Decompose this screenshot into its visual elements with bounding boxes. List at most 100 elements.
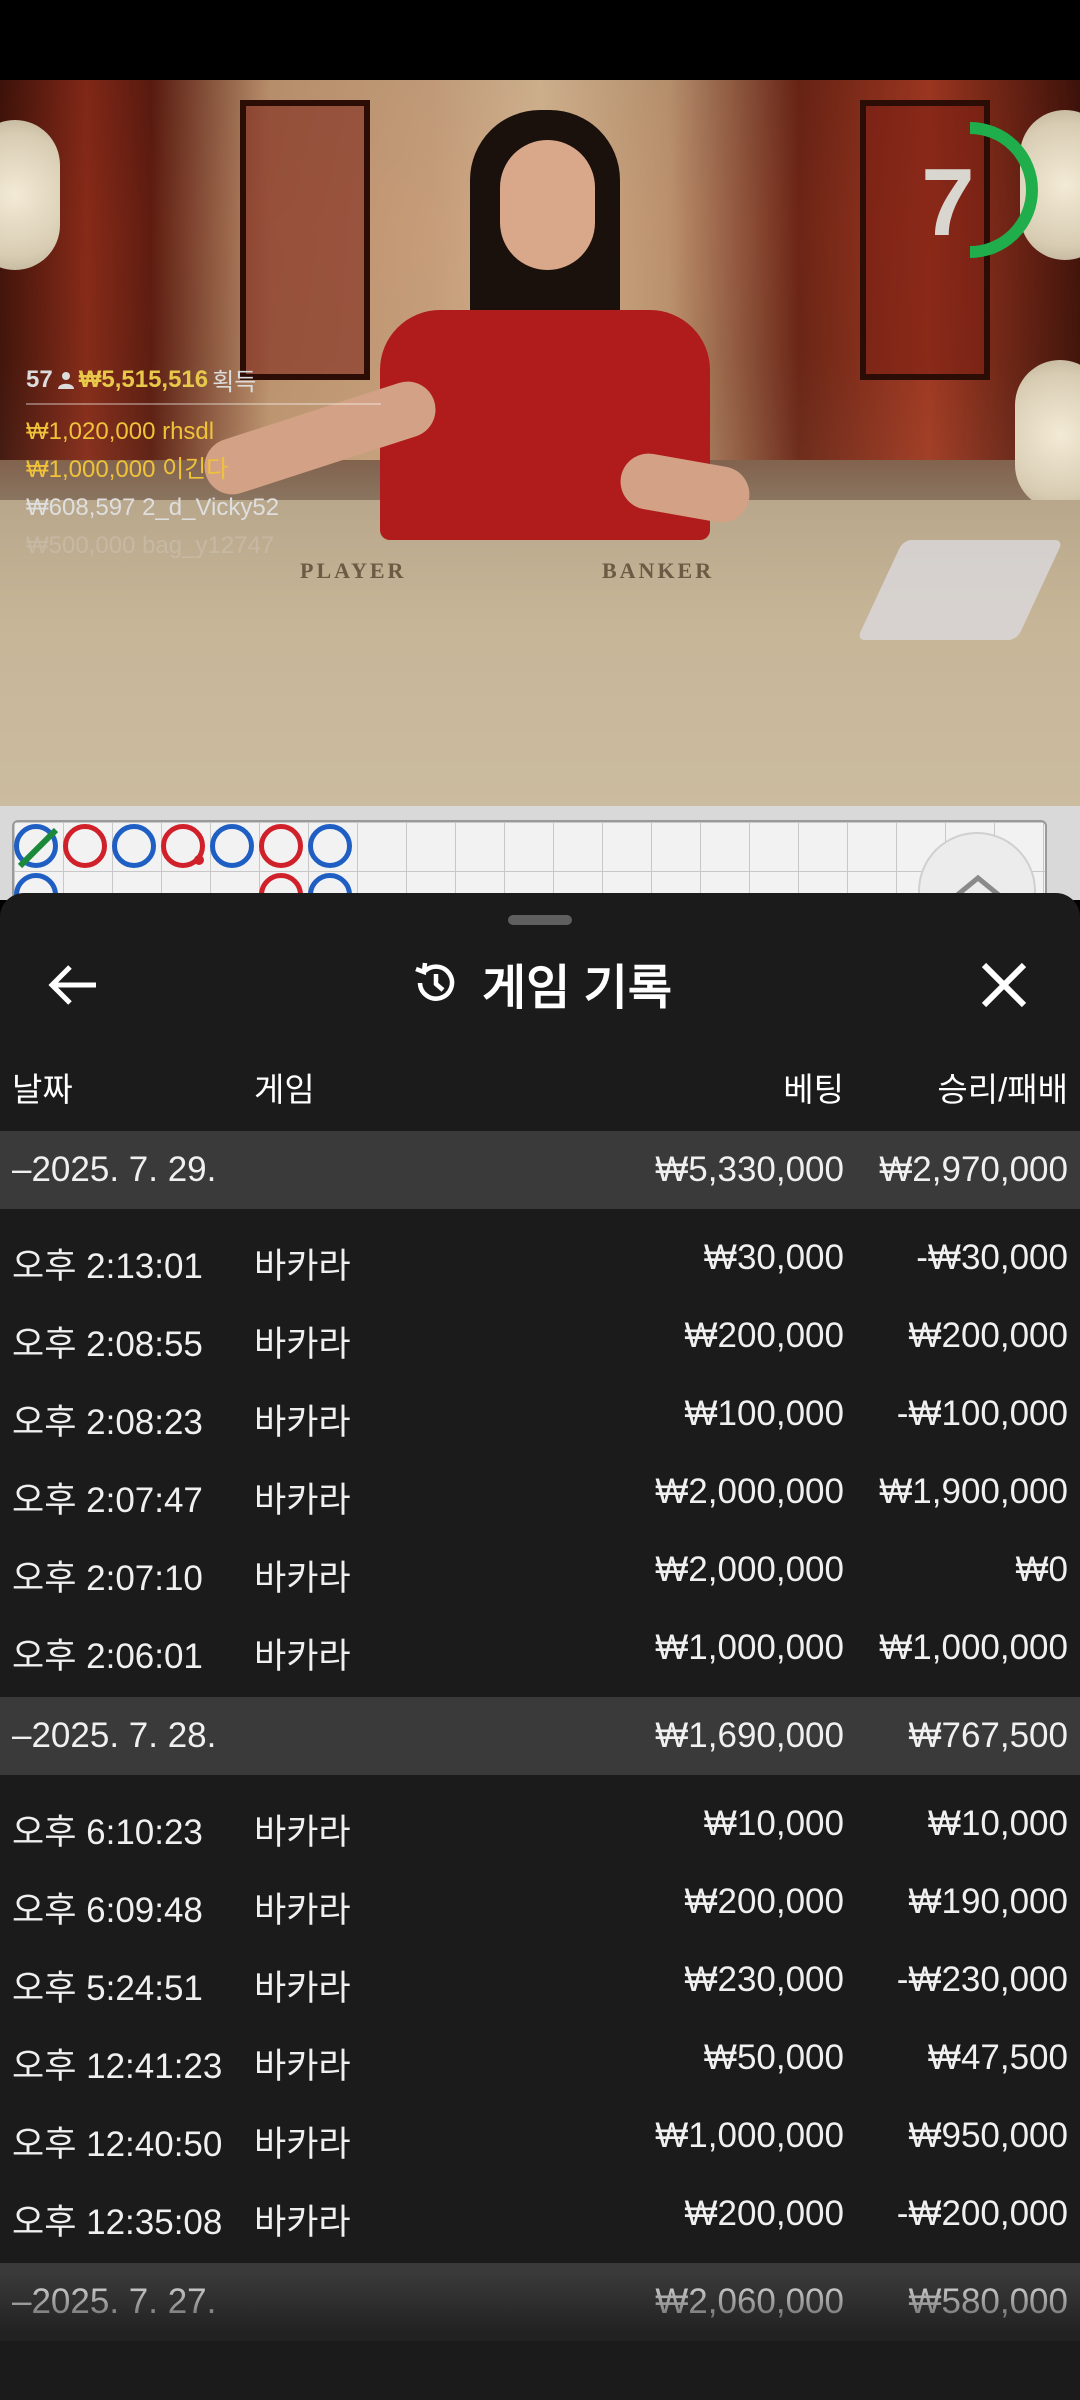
game-history-sheet: 게임 기록 날짜 게임 베팅 승리/패배 –2025. 7. 29. ₩5,33… (0, 893, 1080, 2400)
bead-marker (259, 824, 303, 868)
history-row[interactable]: 오후 2:07:10 바카라 ₩2,000,000 ₩0 (0, 1531, 1080, 1609)
row-time: 오후 6:10:23 (12, 1813, 203, 1852)
row-bet: ₩100,000 (684, 1394, 844, 1433)
live-video-stream[interactable]: PLAYER BANKER 7 57 ₩5,515,516 획득 ₩1,020,… (0, 80, 1080, 806)
winner-name: 이긴다 (162, 456, 229, 483)
bead-marker (308, 824, 352, 868)
row-time: 오후 2:06:01 (12, 1637, 203, 1676)
back-button[interactable] (40, 955, 110, 1015)
winner-name: 2_d_Vicky52 (142, 494, 280, 521)
row-bet: ₩230,000 (684, 1960, 844, 1999)
status-bar (0, 0, 1080, 80)
history-row[interactable]: 오후 5:24:51 바카라 ₩230,000 -₩230,000 (0, 1941, 1080, 2019)
row-winloss: ₩1,000,000 (879, 1628, 1068, 1667)
winner-amount: ₩500,000 (26, 532, 136, 559)
row-winloss: -₩230,000 (896, 1960, 1068, 1999)
row-bet: ₩30,000 (703, 1238, 844, 1277)
sheet-title: 게임 기록 (482, 962, 672, 1015)
row-winloss: ₩950,000 (908, 2116, 1068, 2155)
row-bet: ₩1,000,000 (655, 2116, 844, 2155)
video-window-left (240, 100, 370, 380)
row-game: 바카라 (254, 2047, 351, 2086)
sheet-drag-handle[interactable] (508, 915, 572, 925)
winner-name: rhsdl (162, 418, 215, 445)
row-game: 바카라 (254, 1891, 351, 1930)
row-winloss: -₩100,000 (896, 1394, 1068, 1433)
countdown-timer-value: 7 (921, 149, 975, 256)
history-row[interactable]: 오후 12:40:50 바카라 ₩1,000,000 ₩950,000 (0, 2097, 1080, 2175)
lantern-image (0, 120, 60, 270)
winners-count: 57 (26, 365, 53, 393)
history-row[interactable]: 오후 2:06:01 바카라 ₩1,000,000 ₩1,000,000 (0, 1609, 1080, 1687)
row-bet: ₩1,000,000 (655, 1628, 844, 1667)
history-clock-icon (415, 962, 455, 1001)
bead-marker (112, 824, 156, 868)
date-group-row[interactable]: –2025. 7. 28. ₩1,690,000 ₩767,500 (0, 1697, 1080, 1775)
close-x-icon (981, 962, 1027, 1008)
lantern-image (1015, 360, 1080, 510)
column-header-date[interactable]: 날짜 (12, 1063, 73, 1111)
date-group-row[interactable]: –2025. 7. 29. ₩5,330,000 ₩2,970,000 (0, 1131, 1080, 1209)
row-time: 오후 2:07:47 (12, 1481, 203, 1520)
row-bet: ₩2,000,000 (655, 1472, 844, 1511)
row-bet: ₩2,000,000 (655, 1550, 844, 1589)
history-row[interactable]: 오후 12:35:08 바카라 ₩200,000 -₩200,000 (0, 2175, 1080, 2253)
winners-total-word: 획득 (212, 369, 257, 396)
row-time: 오후 5:24:51 (12, 1969, 203, 2008)
close-button[interactable] (968, 955, 1038, 1015)
history-row[interactable]: 오후 6:09:48 바카라 ₩200,000 ₩190,000 (0, 1863, 1080, 1941)
bead-marker (63, 824, 107, 868)
row-bet: ₩200,000 (684, 2194, 844, 2233)
dealer-face-image (500, 140, 595, 270)
row-time: 오후 2:08:23 (12, 1403, 203, 1442)
row-time: 오후 6:09:48 (12, 1891, 203, 1930)
tie-slash-icon (17, 827, 59, 869)
row-winloss: ₩10,000 (927, 1804, 1068, 1843)
column-header-bet[interactable]: 베팅 (783, 1063, 844, 1111)
row-bet: ₩200,000 (684, 1882, 844, 1921)
row-bet: ₩10,000 (703, 1804, 844, 1843)
row-game: 바카라 (254, 1813, 351, 1852)
winners-summary: 57 ₩5,515,516 획득 (26, 362, 381, 397)
history-row[interactable]: 오후 2:07:47 바카라 ₩2,000,000 ₩1,900,000 (0, 1453, 1080, 1531)
row-time: 오후 2:08:55 (12, 1325, 203, 1364)
winner-row: ₩1,020,000 rhsdl (26, 413, 381, 451)
row-game: 바카라 (254, 1247, 351, 1286)
winner-amount: ₩1,020,000 (26, 418, 156, 445)
group-winloss-total: ₩580,000 (908, 2282, 1068, 2321)
pair-dot-icon (194, 855, 204, 865)
group-date: –2025. 7. 28. (12, 1716, 217, 1755)
row-game: 바카라 (254, 1637, 351, 1676)
bead-marker (210, 824, 254, 868)
column-header-game[interactable]: 게임 (254, 1063, 315, 1111)
sheet-title-group: 게임 기록 (0, 943, 1080, 1023)
group-bet-total: ₩5,330,000 (655, 1150, 844, 1189)
history-row[interactable]: 오후 12:41:23 바카라 ₩50,000 ₩47,500 (0, 2019, 1080, 2097)
row-time: 오후 12:40:50 (12, 2125, 223, 2164)
date-group-row[interactable]: –2025. 7. 27. ₩2,060,000 ₩580,000 (0, 2263, 1080, 2341)
history-row[interactable]: 오후 2:08:55 바카라 ₩200,000 ₩200,000 (0, 1297, 1080, 1375)
row-game: 바카라 (254, 2125, 351, 2164)
row-winloss: ₩200,000 (908, 1316, 1068, 1355)
felt-banker-label: BANKER (602, 558, 715, 583)
row-winloss: ₩190,000 (908, 1882, 1068, 1921)
row-game: 바카라 (254, 2203, 351, 2242)
winners-list: 57 ₩5,515,516 획득 ₩1,020,000 rhsdl ₩1,000… (26, 362, 381, 565)
winners-total: ₩5,515,516 (78, 365, 209, 393)
row-game: 바카라 (254, 1559, 351, 1598)
arrow-left-icon (48, 965, 96, 1005)
history-row[interactable]: 오후 6:10:23 바카라 ₩10,000 ₩10,000 (0, 1785, 1080, 1863)
row-bet: ₩50,000 (703, 2038, 844, 2077)
winner-row: ₩500,000 bag_y12747 (26, 527, 381, 565)
history-row[interactable]: 오후 2:13:01 바카라 ₩30,000 -₩30,000 (0, 1219, 1080, 1297)
row-time: 오후 2:07:10 (12, 1559, 203, 1598)
row-time: 오후 2:13:01 (12, 1247, 203, 1286)
column-header-winloss[interactable]: 승리/패배 (937, 1063, 1068, 1111)
row-game: 바카라 (254, 1969, 351, 2008)
history-row[interactable]: 오후 2:08:23 바카라 ₩100,000 -₩100,000 (0, 1375, 1080, 1453)
winner-name: bag_y12747 (142, 532, 275, 559)
winner-amount: ₩608,597 (26, 494, 136, 521)
group-winloss-total: ₩767,500 (908, 1716, 1068, 1755)
row-winloss: ₩47,500 (927, 2038, 1068, 2077)
group-date: –2025. 7. 27. (12, 2282, 217, 2321)
